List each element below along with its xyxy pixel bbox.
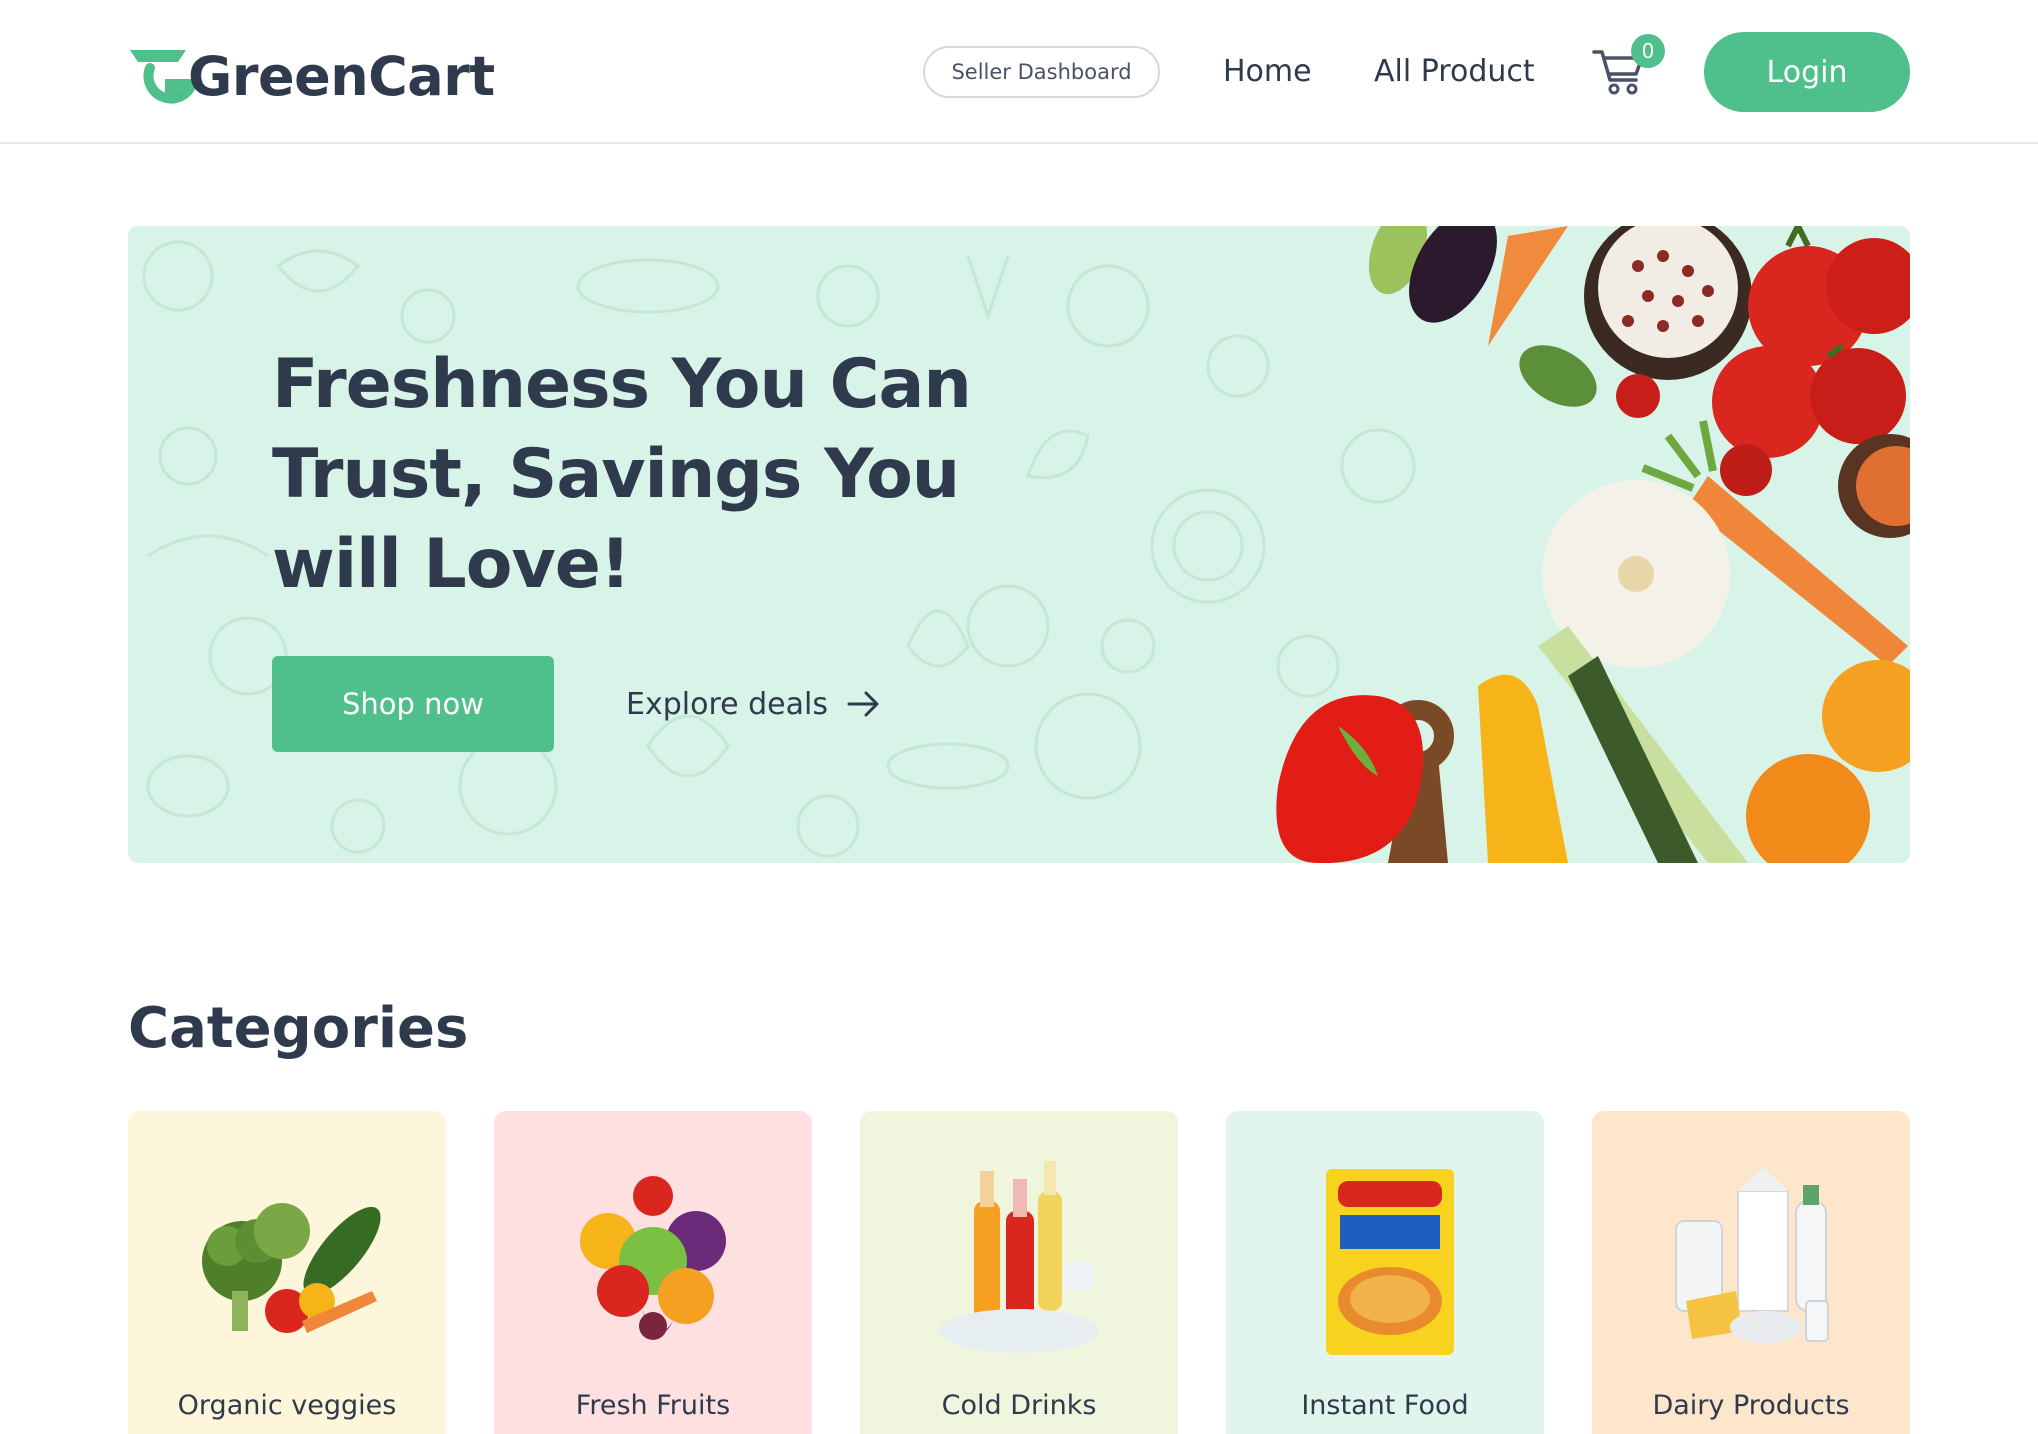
category-card-dairy-products[interactable]: Dairy Products (1592, 1111, 1910, 1434)
category-card-instant-food[interactable]: Instant Food (1226, 1111, 1544, 1434)
logo[interactable]: GreenCart (126, 40, 495, 112)
seller-dashboard-button[interactable]: Seller Dashboard (923, 46, 1160, 98)
category-label: Instant Food (1301, 1390, 1469, 1421)
category-label: Cold Drinks (941, 1390, 1097, 1421)
instant-noodles-image (1326, 1169, 1454, 1355)
category-label: Dairy Products (1652, 1390, 1850, 1421)
explore-deals-link[interactable]: Explore deals (626, 678, 882, 730)
fruits-image (580, 1176, 726, 1340)
category-card-organic-veggies[interactable]: Organic veggies (128, 1111, 446, 1434)
hero-title: Freshness You Can Trust, Savings You wil… (272, 345, 972, 604)
dairy-image (1675, 1167, 1829, 1343)
shop-now-button[interactable]: Shop now (272, 656, 554, 752)
cart-count-badge: 0 (1631, 34, 1665, 68)
login-button[interactable]: Login (1704, 32, 1910, 112)
arrow-right-icon (847, 691, 879, 717)
logo-text: GreenCart (188, 44, 495, 108)
categories-heading: Categories (128, 996, 469, 1061)
site-header: GreenCart Seller Dashboard Home All Prod… (0, 0, 2038, 144)
vegetables-illustration (1276, 226, 1910, 863)
category-label: Organic veggies (177, 1390, 397, 1421)
category-card-fresh-fruits[interactable]: Fresh Fruits (494, 1111, 812, 1434)
nav-home-link[interactable]: Home (1223, 50, 1312, 94)
category-label: Fresh Fruits (575, 1390, 731, 1421)
drinks-image (939, 1161, 1099, 1353)
vegetables-image (202, 1203, 381, 1333)
category-card-cold-drinks[interactable]: Cold Drinks (860, 1111, 1178, 1434)
nav-all-product-link[interactable]: All Product (1374, 50, 1535, 94)
explore-deals-label: Explore deals (626, 686, 828, 722)
hero-banner: Freshness You Can Trust, Savings You wil… (128, 226, 1910, 863)
